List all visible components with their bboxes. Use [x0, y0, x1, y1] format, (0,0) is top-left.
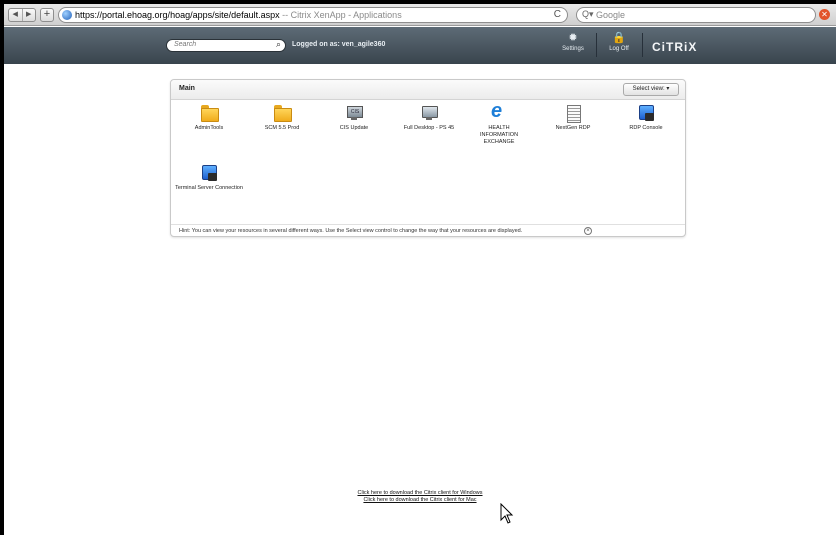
nav-buttons: ◀ ▶: [8, 8, 36, 22]
add-bookmark-button[interactable]: +: [40, 8, 54, 22]
cis-icon: [345, 104, 363, 122]
search-placeholder: Google: [596, 10, 626, 20]
settings-button[interactable]: ✹ Settings: [556, 32, 590, 60]
app-label: CIS Update: [339, 125, 369, 131]
app-label: AdminTools: [194, 125, 224, 131]
app-label: NextGen RDP: [555, 125, 591, 131]
header-divider: [642, 33, 643, 57]
app-item[interactable]: RDP Console: [611, 104, 681, 132]
citrix-logo: CiTRiX: [652, 40, 698, 54]
logoff-button[interactable]: 🔒 Log Off: [602, 32, 636, 60]
app-label: Terminal Server Connection: [175, 185, 243, 191]
browser-window: ◀ ▶ + https://portal.ehoag.org/hoag/apps…: [4, 4, 836, 535]
app-label: SCM 5.5 Prod: [264, 125, 300, 131]
app-item[interactable]: Full Desktop - PS 45: [394, 104, 464, 132]
gear-icon: ✹: [568, 32, 578, 44]
search-icon: Q▾: [582, 9, 594, 19]
reload-icon[interactable]: C: [554, 9, 561, 20]
mouse-pointer-icon: [500, 503, 514, 524]
logoff-label: Log Off: [609, 46, 629, 52]
app-item[interactable]: SCM 5.5 Prod: [247, 104, 317, 132]
download-links: Click here to download the Citrix client…: [4, 490, 836, 504]
app-search-input[interactable]: Search ⌕: [166, 39, 286, 52]
stop-icon[interactable]: ✕: [819, 9, 830, 20]
hint-bar: Hint: You can view your resources in sev…: [171, 224, 685, 237]
settings-label: Settings: [562, 46, 584, 52]
hint-text: Hint: You can view your resources in sev…: [179, 228, 523, 234]
app-search-placeholder: Search: [174, 41, 197, 48]
header-divider: [596, 33, 597, 57]
browser-toolbar: ◀ ▶ + https://portal.ehoag.org/hoag/apps…: [4, 4, 836, 26]
rdp-icon: [200, 164, 218, 182]
app-label: RDP Console: [629, 125, 663, 131]
main-panel: Main Select view: ▾ AdminTools SCM 5.5 P…: [170, 79, 686, 237]
browser-search-field[interactable]: Q▾ Google: [576, 7, 816, 23]
document-icon: [564, 104, 582, 123]
app-item[interactable]: CIS Update: [319, 104, 389, 132]
select-view-dropdown[interactable]: Select view: ▾: [623, 83, 679, 96]
search-icon[interactable]: ⌕: [276, 39, 281, 50]
lock-icon: 🔒: [612, 32, 626, 44]
panel-title: Main: [179, 85, 195, 92]
rdp-icon: [637, 104, 655, 122]
globe-icon: [62, 10, 72, 20]
close-icon[interactable]: ×: [584, 227, 592, 235]
app-label: Full Desktop - PS 45: [403, 125, 455, 131]
ie-icon: [490, 100, 508, 123]
address-bar[interactable]: https://portal.ehoag.org/hoag/apps/site/…: [58, 7, 568, 23]
app-item[interactable]: HEALTH INFORMATION EXCHANGE: [470, 100, 528, 146]
download-windows-link[interactable]: Click here to download the Citrix client…: [4, 490, 836, 497]
logged-on-text: Logged on as: ven_agile360: [292, 41, 386, 48]
monitor-icon: [420, 104, 438, 122]
folder-icon: [200, 104, 219, 122]
app-label: HEALTH INFORMATION EXCHANGE: [479, 125, 519, 145]
forward-button[interactable]: ▶: [21, 9, 36, 21]
app-item[interactable]: NextGen RDP: [538, 104, 608, 132]
page-title-text: -- Citrix XenApp - Applications: [279, 10, 402, 20]
folder-icon: [273, 104, 292, 122]
citrix-header: Search ⌕ Logged on as: ven_agile360 ✹ Se…: [4, 27, 836, 64]
url-text: https://portal.ehoag.org/hoag/apps/site/…: [75, 10, 402, 21]
app-item[interactable]: Terminal Server Connection: [174, 164, 244, 192]
url-value: https://portal.ehoag.org/hoag/apps/site/…: [75, 10, 280, 20]
app-item[interactable]: AdminTools: [174, 104, 244, 132]
back-button[interactable]: ◀: [9, 9, 22, 21]
download-mac-link[interactable]: Click here to download the Citrix client…: [4, 497, 836, 504]
panel-header: Main Select view: ▾: [171, 80, 685, 100]
